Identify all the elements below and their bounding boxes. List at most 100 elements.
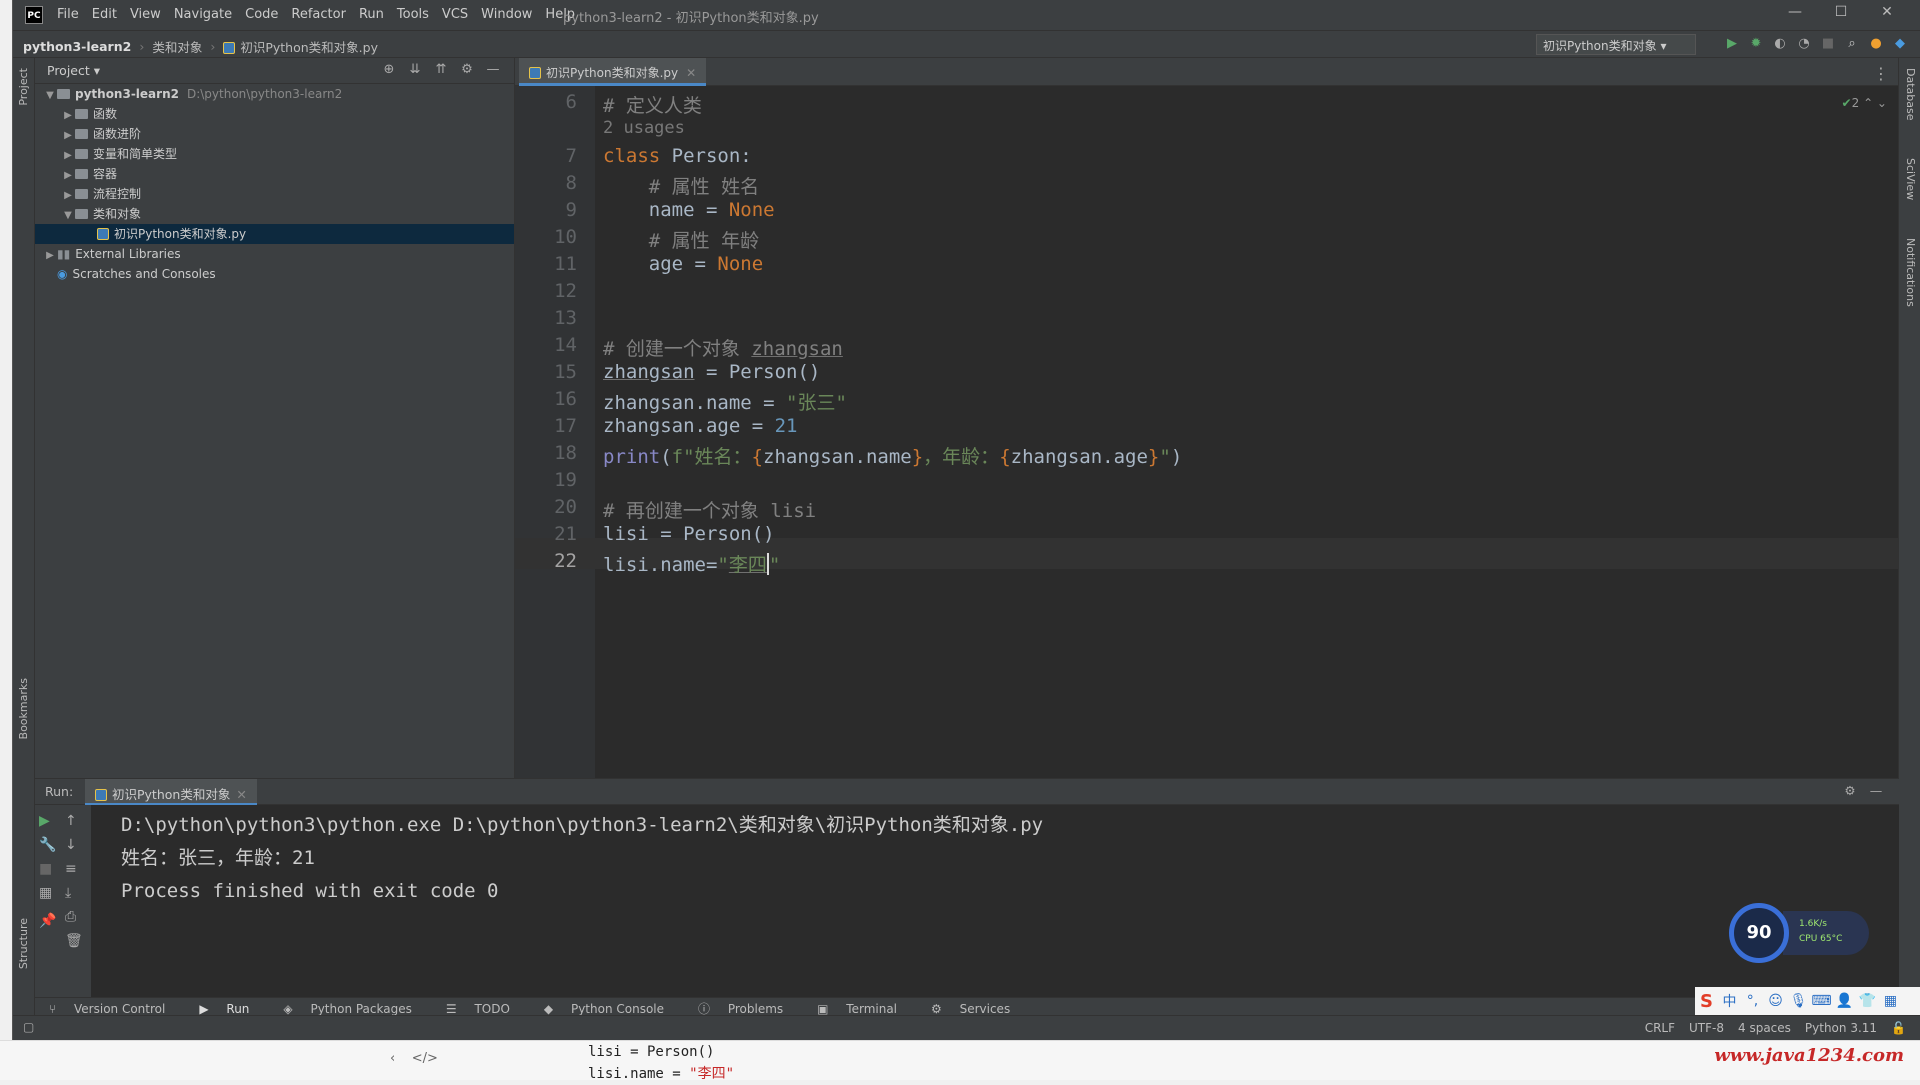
menu-navigate[interactable]: Navigate <box>174 7 232 22</box>
chevron-left-icon[interactable]: ‹ <box>390 1051 395 1066</box>
minimize-button[interactable]: — <box>1772 4 1818 20</box>
tool-windows-icon[interactable]: ▢ <box>23 1020 34 1034</box>
close-tab-icon[interactable]: ✕ <box>236 787 246 802</box>
profile-icon[interactable]: ◔ <box>1792 36 1816 51</box>
menu-run[interactable]: Run <box>359 7 384 22</box>
punctuation-icon[interactable]: °, <box>1741 993 1764 1009</box>
indent-status[interactable]: 4 spaces <box>1738 1021 1791 1035</box>
grid-icon[interactable]: ▦ <box>1879 993 1902 1009</box>
chevron-right-icon[interactable]: ▶ <box>43 246 57 266</box>
wrench-icon[interactable]: 🔧 <box>39 837 56 853</box>
tree-item-project-root[interactable]: ▼ python3-learn2 D:\python\python3-learn2 <box>35 84 514 104</box>
tool-python-console[interactable]: ◆ Python Console <box>544 1002 674 1016</box>
chevron-right-icon[interactable]: ▶ <box>61 146 75 166</box>
tool-services[interactable]: ⚙ Services <box>931 1002 1020 1016</box>
sogou-logo-icon[interactable]: S <box>1695 991 1718 1012</box>
chevron-down-icon[interactable]: ▼ <box>43 86 57 106</box>
tree-item-folder[interactable]: ▶ 流程控制 <box>35 184 514 204</box>
lock-icon[interactable]: 🔓 <box>1891 1021 1906 1035</box>
arrow-up-icon[interactable]: ↑ <box>65 813 77 829</box>
microphone-icon[interactable]: 🎙 <box>1787 993 1810 1009</box>
expand-all-icon[interactable]: ⇊ <box>402 62 428 77</box>
interpreter-status[interactable]: Python 3.11 <box>1805 1021 1877 1035</box>
menu-code[interactable]: Code <box>245 7 278 22</box>
menu-tools[interactable]: Tools <box>397 7 429 22</box>
menu-file[interactable]: File <box>57 7 79 22</box>
layout-icon[interactable]: ▦ <box>39 885 52 901</box>
skin-icon[interactable]: 👕 <box>1856 993 1879 1009</box>
usages-hint[interactable]: 2 usages <box>603 118 685 138</box>
line-separator-status[interactable]: CRLF <box>1645 1021 1675 1035</box>
sciview-tool-tab[interactable]: SciView <box>1904 158 1917 200</box>
debug-icon[interactable]: ✹ <box>1744 36 1768 51</box>
pin-icon[interactable]: 📌 <box>39 913 56 929</box>
chevron-right-icon[interactable]: ▶ <box>61 166 75 186</box>
tree-item-folder[interactable]: ▼ 类和对象 <box>35 204 514 224</box>
ime-mode[interactable]: 中 <box>1718 991 1741 1011</box>
menu-refactor[interactable]: Refactor <box>291 7 346 22</box>
coverage-icon[interactable]: ◐ <box>1768 36 1792 51</box>
breadcrumb-project[interactable]: python3-learn2 <box>23 39 131 54</box>
close-tab-icon[interactable]: ✕ <box>686 66 696 80</box>
tree-item-folder[interactable]: ▶ 变量和简单类型 <box>35 144 514 164</box>
tool-terminal[interactable]: ▣ Terminal <box>817 1002 907 1016</box>
tree-item-folder[interactable]: ▶ 容器 <box>35 164 514 184</box>
hide-icon[interactable]: — <box>480 62 506 77</box>
emoji-icon[interactable]: ☺ <box>1764 993 1787 1009</box>
run-configuration-select[interactable]: 初识Python类和对象 ▾ <box>1536 34 1696 55</box>
locate-icon[interactable]: ⊕ <box>376 62 402 77</box>
tool-python-packages[interactable]: ◈ Python Packages <box>283 1002 421 1016</box>
trash-icon[interactable]: 🗑 <box>65 933 83 949</box>
tool-todo[interactable]: ☰ TODO <box>446 1002 520 1016</box>
stop-icon[interactable]: ■ <box>39 861 52 877</box>
jetbrains-icon[interactable]: ◆ <box>1888 36 1912 51</box>
breadcrumb-file[interactable]: 初识Python类和对象.py <box>223 37 386 56</box>
hide-icon[interactable]: — <box>1863 783 1889 798</box>
database-tool-tab[interactable]: Database <box>1904 68 1917 121</box>
menu-window[interactable]: Window <box>481 7 532 22</box>
gear-icon[interactable]: ⚙ <box>1837 783 1863 798</box>
code-area[interactable]: 6 7 8 9 10 11 12 13 14 15 16 17 18 19 20… <box>515 86 1899 778</box>
menu-view[interactable]: View <box>130 7 161 22</box>
search-icon[interactable]: ⌕ <box>1840 36 1864 51</box>
tool-version-control[interactable]: ⑂ Version Control <box>49 1002 175 1016</box>
tree-item-external-libraries[interactable]: ▶ ▮▮ External Libraries <box>35 244 514 264</box>
structure-tool-tab[interactable]: Structure <box>17 918 30 969</box>
tree-item-scratches[interactable]: ◉ Scratches and Consoles <box>35 264 514 284</box>
bookmarks-tool-tab[interactable]: Bookmarks <box>17 678 30 739</box>
user-icon[interactable]: 👤 <box>1833 993 1856 1009</box>
tree-item-file-selected[interactable]: 初识Python类和对象.py <box>35 224 514 244</box>
soft-wrap-icon[interactable]: ≡ <box>65 861 77 877</box>
code-icon[interactable]: </> <box>412 1051 438 1066</box>
encoding-status[interactable]: UTF-8 <box>1689 1021 1724 1035</box>
scroll-to-end-icon[interactable]: ⤓ <box>65 885 71 901</box>
stop-icon[interactable]: ■ <box>1816 36 1840 51</box>
menu-vcs[interactable]: VCS <box>442 7 468 22</box>
more-tabs-icon[interactable]: ⋮ <box>1873 64 1889 83</box>
console-output[interactable]: D:\python\python3\python.exe D:\python\p… <box>121 809 1043 908</box>
arrow-down-icon[interactable]: ↓ <box>65 837 77 853</box>
notifications-tool-tab[interactable]: Notifications <box>1904 238 1917 307</box>
collapse-all-icon[interactable]: ⇈ <box>428 62 454 77</box>
close-button[interactable]: ✕ <box>1864 4 1910 20</box>
run-icon[interactable]: ▶ <box>1720 36 1744 51</box>
menu-edit[interactable]: Edit <box>92 7 117 22</box>
tree-item-folder[interactable]: ▶ 函数进阶 <box>35 124 514 144</box>
tab-current-file[interactable]: 初识Python类和对象.py ✕ <box>519 58 707 86</box>
update-icon[interactable]: ● <box>1864 36 1888 51</box>
chevron-right-icon[interactable]: ▶ <box>61 126 75 146</box>
breadcrumb-folder[interactable]: 类和对象 <box>152 37 202 56</box>
gear-icon[interactable]: ⚙ <box>454 62 480 77</box>
tree-item-folder[interactable]: ▶ 函数 <box>35 104 514 124</box>
print-icon[interactable]: ⎙ <box>65 909 76 925</box>
chevron-right-icon[interactable]: ▶ <box>61 186 75 206</box>
rerun-icon[interactable]: ▶ <box>39 813 50 829</box>
system-monitor-widget[interactable]: 1.6K/s CPU 65°C 90 <box>1729 903 1869 963</box>
project-tool-tab[interactable]: Project <box>17 68 30 106</box>
chevron-right-icon[interactable]: ▶ <box>61 106 75 126</box>
project-view-select[interactable]: Project ▾ <box>47 63 100 78</box>
maximize-button[interactable]: ☐ <box>1818 4 1864 20</box>
tool-run[interactable]: ▶ Run <box>199 1002 259 1016</box>
keyboard-icon[interactable]: ⌨ <box>1810 993 1833 1009</box>
run-tab[interactable]: 初识Python类和对象 ✕ <box>85 779 257 805</box>
